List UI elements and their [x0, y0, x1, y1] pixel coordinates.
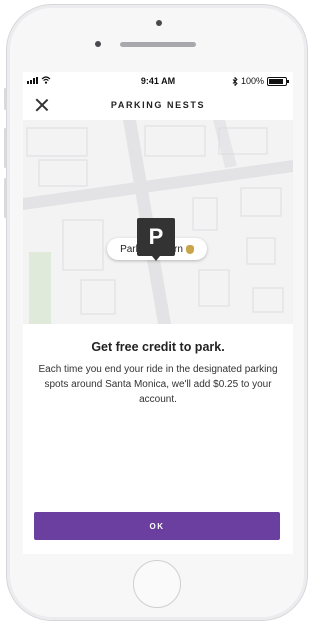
earpiece-speaker	[120, 42, 196, 47]
volume-down-button	[4, 178, 7, 218]
description-text: Each time you end your ride in the desig…	[38, 364, 278, 405]
volume-up-button	[4, 128, 7, 168]
headline: Get free credit to park.	[91, 340, 225, 354]
nav-bar: PARKING NESTS	[23, 90, 293, 120]
ok-button[interactable]: OK	[34, 512, 280, 540]
marker-letter: P	[148, 224, 164, 249]
battery-icon	[267, 76, 289, 86]
page-title: PARKING NESTS	[110, 100, 206, 110]
silent-switch	[4, 88, 7, 110]
home-button[interactable]	[133, 560, 181, 608]
battery-percent: 100%	[240, 76, 264, 86]
status-bar: 9:41 AM 100%	[23, 72, 293, 90]
money-bag-icon	[185, 244, 194, 254]
front-camera	[95, 41, 101, 47]
parking-marker-icon[interactable]: P	[137, 218, 175, 261]
status-right: 100%	[232, 76, 289, 86]
proximity-sensor	[156, 20, 162, 26]
bluetooth-icon	[232, 76, 238, 86]
app-screen: 9:41 AM 100% PARKING NESTS Park P Get fr…	[23, 72, 293, 554]
